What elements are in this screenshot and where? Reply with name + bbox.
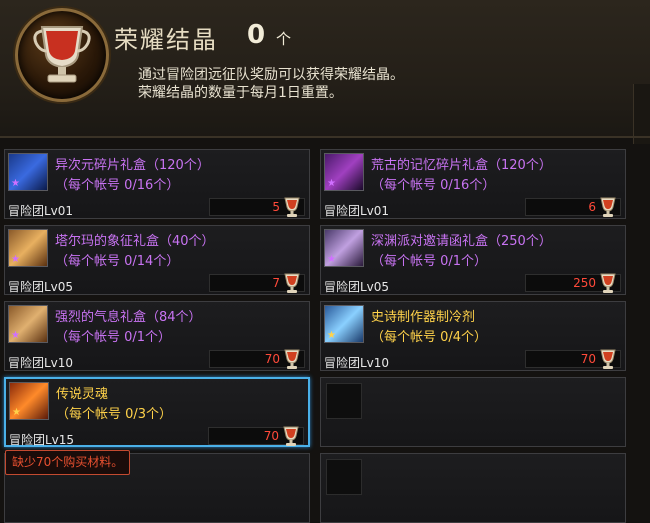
item-purchase-limit: （每个帐号 0/16个） [371,178,496,193]
item-purchase-limit: （每个帐号 0/1个） [55,330,172,345]
item-price-box: 6 [525,197,621,217]
item-purchase-limit: （每个帐号 0/3个） [56,407,173,422]
trophy-currency-icon [600,273,616,293]
rarity-star-icon: ★ [327,330,336,341]
honor-crystal-header: 荣耀结晶 0 个 通过冒险团远征队奖励可以获得荣耀结晶。 荣耀结晶的数量于每月1… [0,0,650,144]
item-price-box: 250 [525,273,621,293]
item-name: 强烈的气息礼盒（84个） [55,310,202,325]
shop-item-card-abyss-party-invitation-box[interactable]: ★ 深渊派对邀请函礼盒（250个） （每个帐号 0/1个） 冒险团Lv05 250 [320,225,626,295]
item-purchase-limit: （每个帐号 0/14个） [55,254,180,269]
description-line-2: 荣耀结晶的数量于每月1日重置。 [138,85,343,101]
item-level-requirement: 冒险团Lv01 [8,204,74,218]
rarity-star-icon: ★ [11,178,20,189]
dimension-shard-box-icon: ★ [8,153,48,191]
rarity-star-icon: ★ [11,330,20,341]
shop-item-card-dimension-shard-box[interactable]: ★ 异次元碎片礼盒（120个） （每个帐号 0/16个） 冒险团Lv01 5 [4,149,310,219]
legendary-soul-icon: ★ [9,382,49,420]
side-tab[interactable] [633,84,650,144]
item-level-requirement: 冒险团Lv15 [9,433,75,447]
item-name: 传说灵魂 [56,387,109,402]
item-price-box: 70 [208,426,304,446]
epic-crafter-coolant-icon: ★ [324,305,364,343]
trophy-currency-icon [284,197,300,217]
item-name: 史诗制作器制冷剂 [371,310,476,325]
header-description: 通过冒险团远征队奖励可以获得荣耀结晶。 荣耀结晶的数量于每月1日重置。 [138,66,404,102]
item-price: 6 [588,200,596,214]
trophy-currency-icon [283,426,299,446]
rarity-star-icon: ★ [11,254,20,265]
insufficient-material-warning: 缺少70个购买材料。 [5,450,131,475]
rarity-star-icon: ★ [327,254,336,265]
tarma-symbol-box-icon: ★ [8,229,48,267]
item-price: 250 [573,276,596,290]
page-title: 荣耀结晶 [114,26,218,54]
trophy-cup-icon [15,8,109,102]
trophy-currency-icon [284,349,300,369]
empty-slot-icon [326,383,362,419]
shop-item-card-strong-aura-box[interactable]: ★ 强烈的气息礼盒（84个） （每个帐号 0/1个） 冒险团Lv10 70 [4,301,310,371]
empty-slot-icon [326,459,362,495]
item-price-box: 7 [209,273,305,293]
crystal-count: 0 [247,20,266,50]
shop-item-card-ancient-memory-shard-box[interactable]: ★ 荒古的记忆碎片礼盒（120个） （每个帐号 0/16个） 冒险团Lv01 6 [320,149,626,219]
rarity-star-icon: ★ [12,407,21,418]
item-price-box: 5 [209,197,305,217]
item-name: 异次元碎片礼盒（120个） [55,158,210,173]
item-price: 70 [264,352,280,366]
crystal-count-unit: 个 [276,30,292,48]
item-price: 70 [263,429,279,443]
item-name: 深渊派对邀请函礼盒（250个） [371,234,552,249]
trophy-currency-icon [284,273,300,293]
item-purchase-limit: （每个帐号 0/4个） [371,330,488,345]
trophy-currency-icon [600,349,616,369]
item-price: 7 [272,276,280,290]
item-level-requirement: 冒险团Lv01 [324,204,390,218]
item-level-requirement: 冒险团Lv05 [324,280,390,294]
empty-item-slot [320,377,626,447]
shop-item-card-legendary-soul[interactable]: ★ 传说灵魂 （每个帐号 0/3个） 冒险团Lv15 70 [4,377,310,447]
strong-aura-box-icon: ★ [8,305,48,343]
shop-item-card-tarma-symbol-box[interactable]: ★ 塔尔玛的象征礼盒（40个） （每个帐号 0/14个） 冒险团Lv05 7 [4,225,310,295]
item-price: 5 [272,200,280,214]
item-price-box: 70 [209,349,305,369]
item-level-requirement: 冒险团Lv05 [8,280,74,294]
item-price-box: 70 [525,349,621,369]
trophy-currency-icon [600,197,616,217]
item-level-requirement: 冒险团Lv10 [8,356,74,370]
item-name: 塔尔玛的象征礼盒（40个） [55,234,215,249]
item-name: 荒古的记忆碎片礼盒（120个） [371,158,552,173]
ancient-memory-shard-box-icon: ★ [324,153,364,191]
empty-item-slot [320,453,626,523]
description-line-1: 通过冒险团远征队奖励可以获得荣耀结晶。 [138,67,404,83]
shop-item-card-epic-crafter-coolant[interactable]: ★ 史诗制作器制冷剂 （每个帐号 0/4个） 冒险团Lv10 70 [320,301,626,371]
rarity-star-icon: ★ [327,178,336,189]
item-purchase-limit: （每个帐号 0/16个） [55,178,180,193]
item-purchase-limit: （每个帐号 0/1个） [371,254,488,269]
item-level-requirement: 冒险团Lv10 [324,356,390,370]
item-price: 70 [580,352,596,366]
abyss-party-invitation-box-icon: ★ [324,229,364,267]
